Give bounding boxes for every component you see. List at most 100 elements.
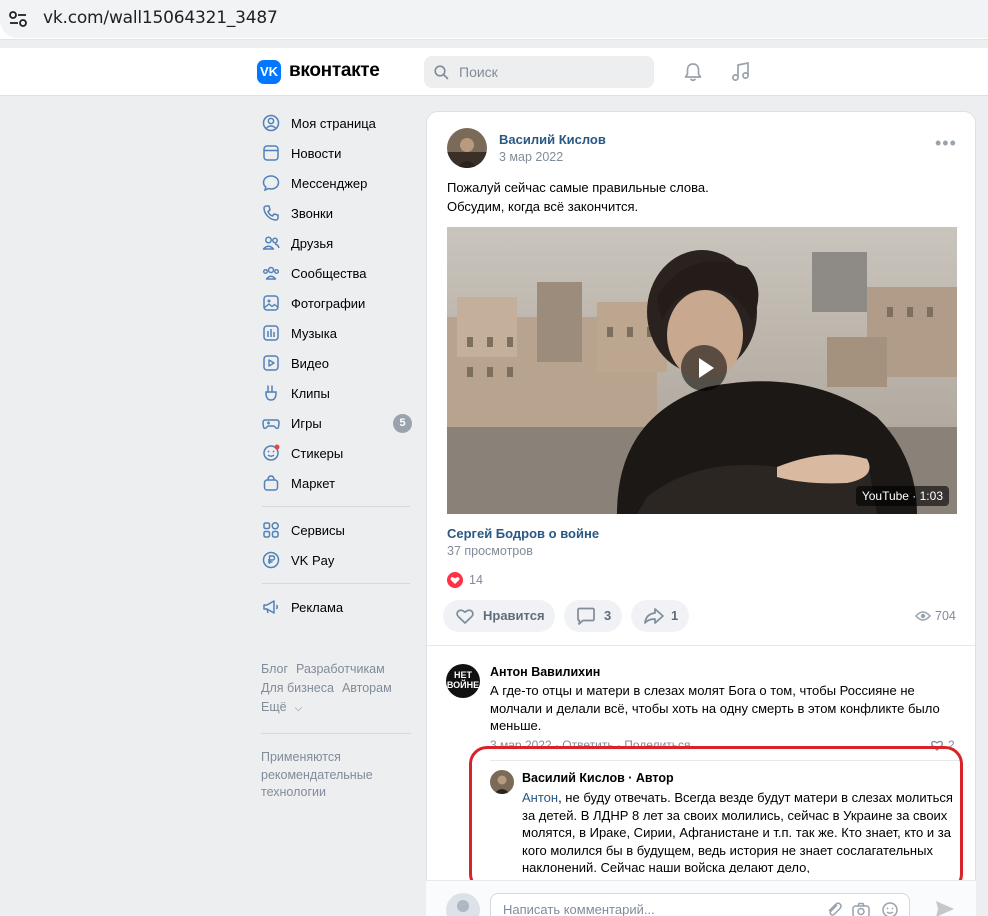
nav-item-label: Клипы (291, 386, 330, 401)
services-icon (263, 522, 279, 538)
like-button[interactable]: Нравится (443, 600, 555, 632)
nav-item-label: Маркет (291, 476, 336, 491)
friends-icon (262, 236, 280, 250)
address-field-bg[interactable]: vk.com/wall15064321_3487 (0, 0, 988, 38)
post-text-line: Обсудим, когда всё закончится. (447, 199, 639, 214)
author-photo (447, 128, 487, 168)
footer-link-more[interactable]: Ещё (261, 700, 287, 714)
video-icon (263, 355, 279, 371)
nav-item-market[interactable]: Маркет (258, 468, 418, 498)
footer-link-business[interactable]: Для бизнеса (261, 681, 334, 695)
chevron-down-icon: ⌵ (294, 703, 303, 714)
share-button[interactable]: 1 (631, 600, 689, 632)
comments-divider (427, 645, 975, 646)
nav-item-my-page[interactable]: Моя страница (258, 108, 418, 138)
share-count: 1 (671, 608, 679, 623)
nav-item-label: Сообщества (291, 266, 367, 281)
nav-item-calls[interactable]: Звонки (258, 198, 418, 228)
footer-divider (261, 733, 411, 734)
video-player[interactable]: YouTube · 1:03 (447, 227, 957, 514)
nav-item-label: Реклама (291, 600, 344, 615)
news-icon (263, 145, 279, 161)
views-count: 704 (935, 609, 956, 623)
nav-item-stickers[interactable]: Стикеры (258, 438, 418, 468)
reaction-count[interactable]: 14 (469, 573, 483, 587)
search-icon (434, 65, 449, 80)
nav-item-music[interactable]: Музыка (258, 318, 418, 348)
footer-link-authors[interactable]: Авторам (342, 681, 392, 695)
url-text[interactable]: vk.com/wall15064321_3487 (43, 8, 278, 28)
nav-item-news[interactable]: Новости (258, 138, 418, 168)
vk-header: VK вконтакте Поиск (0, 48, 988, 96)
nav-item-photos[interactable]: Фотографии (258, 288, 418, 318)
nav-item-video[interactable]: Видео (258, 348, 418, 378)
clips-icon (265, 385, 277, 401)
nav-item-label: Звонки (291, 206, 333, 221)
nav-item-label: Музыка (291, 326, 337, 341)
nav-item-ads[interactable]: Реклама (258, 592, 418, 622)
nav-item-label: Видео (291, 356, 329, 371)
recommendation-notice[interactable]: Применяются рекомендательные технологии (261, 749, 411, 802)
comment-button[interactable]: 3 (564, 600, 622, 632)
nav-item-communities[interactable]: Сообщества (258, 258, 418, 288)
nav-item-label: Друзья (291, 236, 334, 251)
nav-item-clips[interactable]: Клипы (258, 378, 418, 408)
nav-item-label: Фотографии (291, 296, 366, 311)
messenger-icon (262, 175, 280, 192)
send-icon[interactable] (934, 899, 956, 916)
comment-icon (577, 607, 595, 625)
notifications-bell-icon[interactable] (682, 61, 704, 83)
more-options-icon[interactable]: ••• (935, 134, 957, 152)
comment-input[interactable]: Написать комментарий... (490, 893, 910, 916)
footer-link-dev[interactable]: Разработчикам (296, 662, 385, 676)
comment-count: 3 (604, 608, 612, 623)
gamepad-icon (262, 419, 280, 430)
post-text: Пожалуй сейчас самые правильные слова. О… (447, 178, 709, 216)
nav-item-label: Стикеры (291, 446, 344, 461)
music-icon (263, 325, 279, 341)
nav-item-label: Игры (291, 416, 322, 431)
post-date[interactable]: 3 мар 2022 (499, 150, 563, 164)
music-player-icon[interactable] (730, 61, 752, 83)
vk-logo-icon[interactable]: VK (257, 60, 281, 84)
post-author-name[interactable]: Василий Кислов (499, 132, 606, 147)
comment-author-name[interactable]: Антон Вавилихин (490, 665, 600, 679)
footer-link-blog[interactable]: Блог (261, 662, 288, 676)
play-button[interactable] (681, 345, 727, 391)
photo-icon (263, 295, 279, 311)
attach-icon[interactable] (825, 901, 843, 916)
comment-text: А где-то отцы и матери в слезах молят Бо… (490, 683, 940, 733)
vk-logo-text[interactable]: вконтакте (289, 60, 380, 82)
nav-item-games[interactable]: Игры 5 (258, 408, 418, 438)
communities-icon (263, 266, 279, 280)
nav-item-label: Моя страница (291, 116, 376, 131)
camera-icon[interactable] (851, 901, 871, 916)
footer-links: Блог Разработчикам Для бизнеса Авторам Ещё… (261, 660, 421, 718)
megaphone-icon (263, 600, 278, 614)
like-label: Нравится (483, 608, 545, 623)
search-placeholder: Поиск (459, 64, 498, 80)
nav-divider (262, 583, 410, 584)
nav-item-vkpay[interactable]: VK Pay (258, 545, 418, 575)
site-settings-icon[interactable] (8, 10, 28, 28)
heart-reaction-icon[interactable] (447, 572, 463, 588)
emoji-icon[interactable] (881, 901, 899, 916)
comment-author-avatar[interactable]: НЕТ ВОЙНЕ (446, 664, 480, 698)
left-nav: Моя страница Новости Мессенджер Звонки Д… (258, 108, 418, 622)
nav-item-label: Новости (291, 146, 342, 161)
browser-url-bar: vk.com/wall15064321_3487 (0, 0, 988, 40)
nav-item-services[interactable]: Сервисы (258, 515, 418, 545)
search-input[interactable]: Поиск (424, 56, 654, 88)
red-highlight-annotation (469, 746, 963, 892)
user-circle-icon (262, 114, 280, 132)
phone-icon (263, 205, 279, 221)
nav-item-messenger[interactable]: Мессенджер (258, 168, 418, 198)
post-author-avatar[interactable] (447, 128, 487, 168)
nav-divider (262, 506, 410, 507)
video-title[interactable]: Сергей Бодров о войне (447, 526, 599, 541)
nav-item-friends[interactable]: Друзья (258, 228, 418, 258)
share-icon (644, 608, 664, 624)
nav-item-label: Сервисы (291, 523, 345, 538)
nav-item-label: Мессенджер (291, 176, 368, 191)
vkpay-icon (262, 551, 280, 569)
